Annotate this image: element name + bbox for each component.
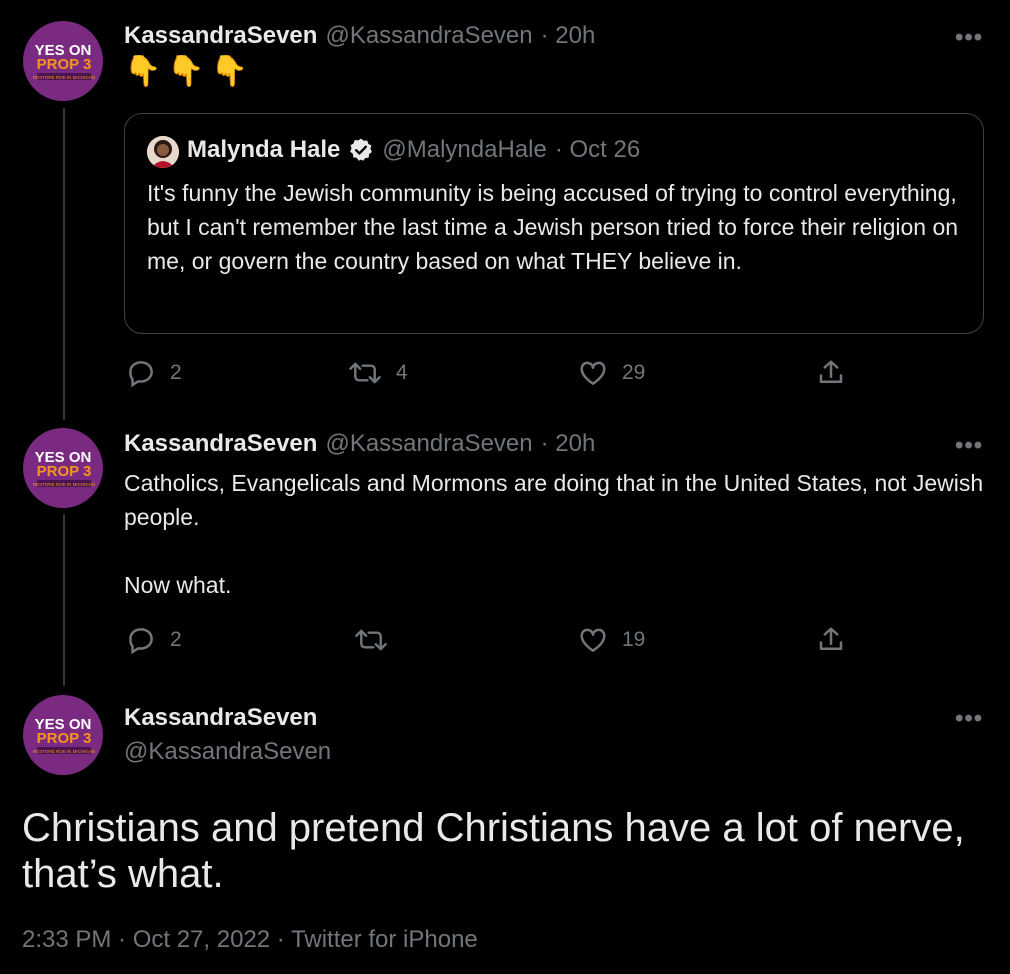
more-icon[interactable]: ••• xyxy=(955,24,983,52)
reply-count: 2 xyxy=(170,628,182,651)
share-button[interactable] xyxy=(816,358,846,388)
author-handle[interactable]: @KassandraSeven xyxy=(325,22,532,50)
quoted-author-name: Malynda Hale xyxy=(187,136,341,163)
author-handle[interactable]: @KassandraSeven xyxy=(325,430,532,458)
share-icon xyxy=(816,358,846,388)
more-icon[interactable]: ••• xyxy=(955,705,983,733)
quoted-header: Malynda Hale @MalyndaHale · Oct 26 xyxy=(187,136,640,164)
author-name[interactable]: KassandraSeven xyxy=(124,430,317,458)
avatar[interactable]: YES ON PROP 3 RESTORE ROE IN MICHIGAN xyxy=(23,21,103,101)
author-name[interactable]: KassandraSeven xyxy=(124,704,317,732)
retweet-button[interactable]: 4 xyxy=(348,358,408,388)
retweet-icon xyxy=(348,358,382,388)
badge-line2: PROP 3 xyxy=(37,463,92,480)
retweet-count: 4 xyxy=(396,361,408,384)
reply-count: 2 xyxy=(170,361,182,384)
reply-icon xyxy=(126,358,156,388)
quoted-author-handle: @MalyndaHale xyxy=(382,136,547,163)
like-count: 29 xyxy=(622,361,646,384)
tweet-text: Catholics, Evangelicals and Mormons are … xyxy=(124,470,984,598)
author-name[interactable]: KassandraSeven xyxy=(124,22,317,50)
quoted-tweet[interactable]: Malynda Hale @MalyndaHale · Oct 26 It's … xyxy=(124,113,984,334)
tweet-time[interactable]: · 20h xyxy=(541,430,596,458)
share-icon xyxy=(816,625,846,655)
more-icon[interactable]: ••• xyxy=(955,432,983,460)
retweet-icon xyxy=(354,625,388,655)
thread-line xyxy=(63,514,65,686)
quoted-avatar xyxy=(147,136,179,168)
tweet-header: KassandraSeven @KassandraSeven · 20h xyxy=(124,430,595,458)
like-icon xyxy=(578,625,608,655)
verified-icon xyxy=(348,137,374,163)
tweet-time[interactable]: · 20h xyxy=(541,22,596,50)
like-button[interactable]: 29 xyxy=(578,358,645,388)
tweet-header: KassandraSeven @KassandraSeven · 20h xyxy=(124,22,595,50)
retweet-button[interactable] xyxy=(354,625,402,655)
tweet-meta[interactable]: 2:33 PM · Oct 27, 2022 · Twitter for iPh… xyxy=(22,926,478,954)
main-tweet-text: Christians and pretend Christians have a… xyxy=(22,806,965,896)
quoted-tweet-text: It's funny the Jewish community is being… xyxy=(147,180,965,274)
badge-line3: RESTORE ROE IN MICHIGAN xyxy=(33,749,95,754)
badge-line2: PROP 3 xyxy=(37,730,92,747)
author-handle[interactable]: @KassandraSeven xyxy=(124,738,331,766)
share-button[interactable] xyxy=(816,625,846,655)
like-count: 19 xyxy=(622,628,646,651)
avatar[interactable]: YES ON PROP 3 RESTORE ROE IN MICHIGAN xyxy=(23,695,103,775)
like-button[interactable]: 19 xyxy=(578,625,645,655)
badge-line2: PROP 3 xyxy=(37,56,92,73)
badge-line3: RESTORE ROE IN MICHIGAN xyxy=(33,75,95,80)
like-icon xyxy=(578,358,608,388)
quoted-tweet-time: · Oct 26 xyxy=(554,136,641,163)
tweet-text: 👇👇👇 xyxy=(124,55,255,88)
badge-line3: RESTORE ROE IN MICHIGAN xyxy=(33,482,95,487)
reply-button[interactable]: 2 xyxy=(126,625,182,655)
reply-button[interactable]: 2 xyxy=(126,358,182,388)
reply-icon xyxy=(126,625,156,655)
avatar[interactable]: YES ON PROP 3 RESTORE ROE IN MICHIGAN xyxy=(23,428,103,508)
thread-line xyxy=(63,108,65,420)
